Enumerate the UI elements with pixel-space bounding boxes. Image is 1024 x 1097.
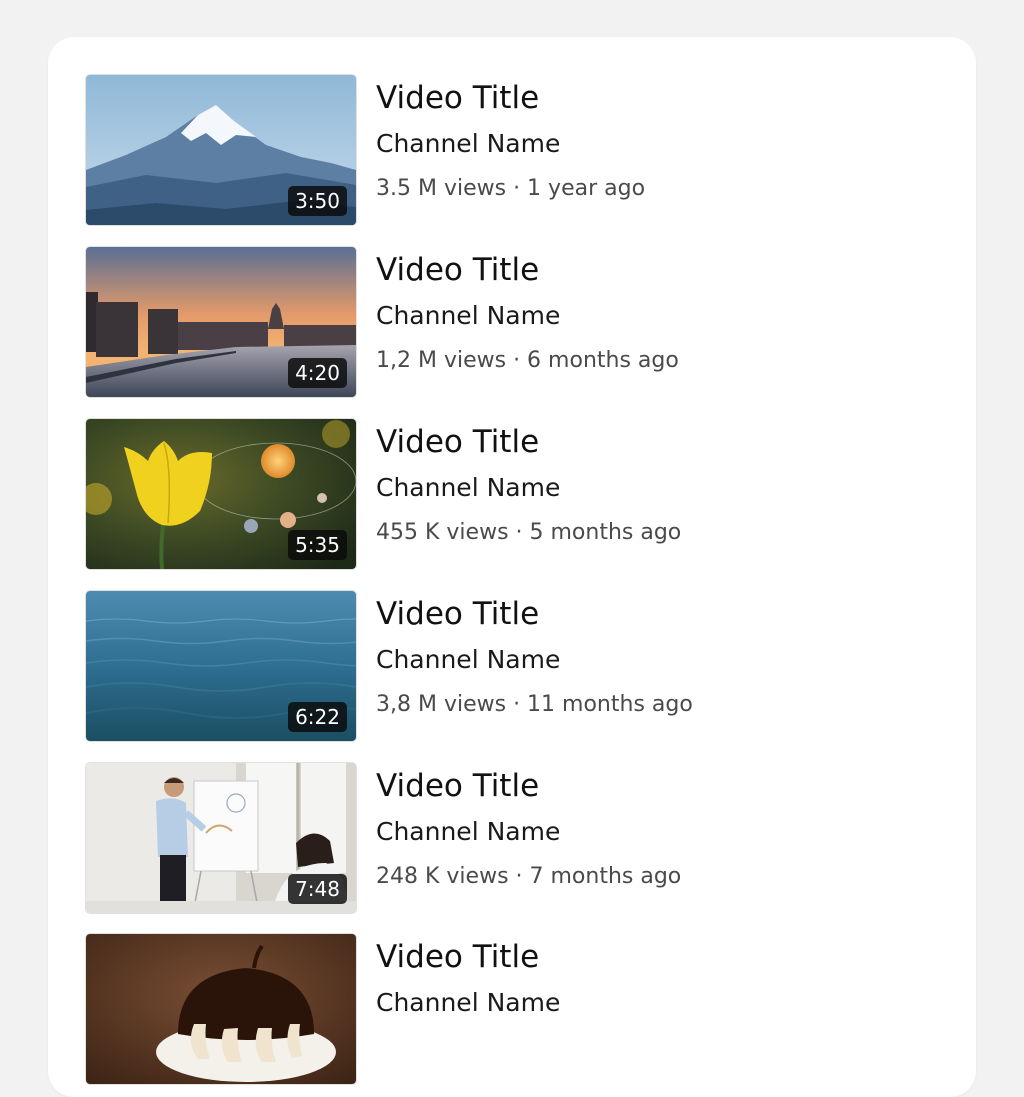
channel-name[interactable]: Channel Name <box>376 126 560 162</box>
video-thumbnail-city-sunset[interactable]: 4:20 <box>86 247 356 397</box>
video-thumbnail-mountain[interactable]: 3:50 <box>86 75 356 225</box>
video-duration: 7:48 <box>288 874 347 904</box>
video-stats: 3.5 M views · 1 year ago <box>376 176 646 201</box>
video-title[interactable]: Video Title <box>376 936 539 978</box>
video-duration: 5:35 <box>288 530 347 560</box>
video-item[interactable]: 7:48 Video Title Channel Name 248 K view… <box>86 763 946 915</box>
channel-name[interactable]: Channel Name <box>376 985 560 1021</box>
video-thumbnail-ocean[interactable]: 6:22 <box>86 591 356 741</box>
channel-name[interactable]: Channel Name <box>376 470 560 506</box>
video-stats: 455 K views · 5 months ago <box>376 520 682 545</box>
video-item[interactable]: 3:50 Video Title Channel Name 3.5 M view… <box>86 75 946 227</box>
video-title[interactable]: Video Title <box>376 593 539 635</box>
video-thumbnail-chocolate-dessert[interactable] <box>86 934 356 1084</box>
channel-name[interactable]: Channel Name <box>376 642 560 678</box>
video-title[interactable]: Video Title <box>376 77 539 119</box>
channel-name[interactable]: Channel Name <box>376 298 560 334</box>
video-duration: 3:50 <box>288 186 347 216</box>
video-duration: 6:22 <box>288 702 347 732</box>
video-stats: 3,8 M views · 11 months ago <box>376 692 693 717</box>
video-list-card: 3:50 Video Title Channel Name 3.5 M view… <box>48 37 976 1097</box>
video-thumbnail-tulip-planets[interactable]: 5:35 <box>86 419 356 569</box>
video-thumbnail-presentation[interactable]: 7:48 <box>86 763 356 913</box>
video-title[interactable]: Video Title <box>376 765 539 807</box>
channel-name[interactable]: Channel Name <box>376 814 560 850</box>
video-stats: 1,2 M views · 6 months ago <box>376 348 679 373</box>
video-item[interactable]: 5:35 Video Title Channel Name 455 K view… <box>86 419 946 571</box>
video-item[interactable]: Video Title Channel Name <box>86 934 946 1086</box>
video-duration: 4:20 <box>288 358 347 388</box>
video-item[interactable]: 6:22 Video Title Channel Name 3,8 M view… <box>86 591 946 743</box>
video-stats: 248 K views · 7 months ago <box>376 864 682 889</box>
video-title[interactable]: Video Title <box>376 249 539 291</box>
video-item[interactable]: 4:20 Video Title Channel Name 1,2 M view… <box>86 247 946 399</box>
video-title[interactable]: Video Title <box>376 421 539 463</box>
